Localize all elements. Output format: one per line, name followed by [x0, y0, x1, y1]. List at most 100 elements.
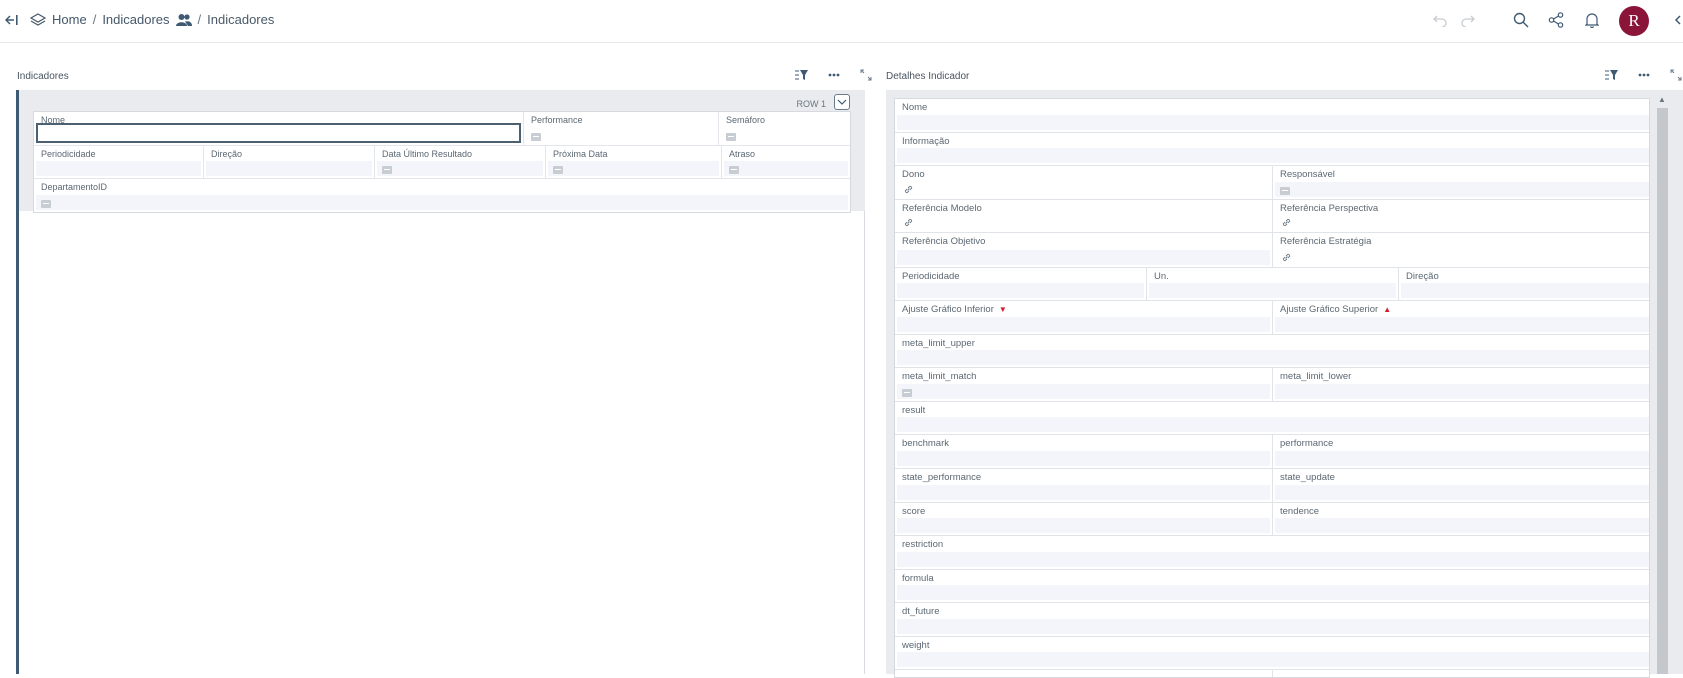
vertical-scrollbar[interactable]: ▲: [1656, 94, 1669, 674]
direcao-value[interactable]: [206, 161, 372, 176]
field-dt-future[interactable]: dt_future: [895, 603, 1649, 636]
field-semaforo[interactable]: Semáforo: [719, 112, 850, 146]
left-panel-title: Indicadores: [17, 71, 69, 82]
field-benchmark[interactable]: benchmark: [895, 435, 1273, 468]
field-performance[interactable]: Performance: [524, 112, 719, 146]
nome-value[interactable]: [897, 115, 1649, 130]
filter-icon[interactable]: [795, 68, 809, 82]
ajuste-inferior-value[interactable]: [897, 317, 1270, 332]
field-formula[interactable]: formula: [895, 570, 1649, 602]
dt-future-value[interactable]: [897, 619, 1649, 634]
field-meta-limit-lower[interactable]: meta_limit_lower: [1273, 368, 1649, 401]
scroll-up-icon[interactable]: ▲: [1658, 95, 1666, 104]
value-placeholder-icon: [41, 200, 51, 208]
benchmark-value[interactable]: [897, 451, 1270, 466]
nome-input[interactable]: [36, 123, 521, 143]
un-value[interactable]: [1149, 283, 1396, 298]
link-icon[interactable]: [903, 184, 914, 195]
field-referencia-perspectiva[interactable]: Referência Perspectiva: [1273, 200, 1649, 232]
field-informacao[interactable]: Informação: [895, 133, 1649, 165]
field-nome[interactable]: Nome: [895, 99, 1649, 132]
breadcrumb-separator: /: [197, 12, 202, 27]
field-ajuste-grafico-superior[interactable]: Ajuste Gráfico Superior ▲: [1273, 301, 1649, 334]
ajuste-superior-value[interactable]: [1275, 317, 1649, 332]
field-meta-limit-match[interactable]: meta_limit_match: [895, 368, 1273, 401]
referencia-objetivo-value[interactable]: [897, 250, 1270, 265]
restriction-value[interactable]: [897, 552, 1649, 567]
scrollbar-thumb[interactable]: [1657, 108, 1668, 674]
expand-icon[interactable]: [1669, 68, 1683, 82]
share-icon[interactable]: [1546, 10, 1566, 30]
chevron-down-icon[interactable]: [834, 94, 850, 110]
bell-icon[interactable]: [1582, 10, 1602, 30]
data-ultimo-value[interactable]: [377, 161, 543, 176]
field-tendence[interactable]: tendence: [1273, 503, 1649, 535]
breadcrumb-indicadores[interactable]: Indicadores: [102, 12, 169, 27]
field-meta-limit-upper[interactable]: meta_limit_upper: [895, 335, 1649, 367]
field-periodicidade[interactable]: Periodicidade: [34, 146, 204, 179]
performance-value[interactable]: [1275, 451, 1649, 466]
field-responsavel[interactable]: Responsável: [1273, 166, 1649, 199]
search-icon[interactable]: [1511, 10, 1531, 30]
field-result[interactable]: result: [895, 402, 1649, 434]
filter-icon[interactable]: [1605, 68, 1619, 82]
meta-limit-lower-value[interactable]: [1275, 384, 1649, 399]
redo-icon[interactable]: [1458, 10, 1478, 30]
field-departamentoid[interactable]: DepartamentoID: [34, 179, 850, 212]
responsavel-value[interactable]: [1275, 182, 1649, 197]
state-performance-value[interactable]: [897, 485, 1270, 500]
field-direcao[interactable]: Direção: [1399, 268, 1649, 300]
tendence-value[interactable]: [1275, 518, 1649, 533]
more-icon[interactable]: [1637, 68, 1651, 82]
field-referencia-modelo[interactable]: Referência Modelo: [895, 200, 1273, 232]
weight-value[interactable]: [897, 652, 1649, 667]
field-state-update[interactable]: state_update: [1273, 469, 1649, 502]
field-ajuste-grafico-inferior[interactable]: Ajuste Gráfico Inferior ▼: [895, 301, 1273, 334]
field-referencia-estrategia[interactable]: Referência Estratégia: [1273, 233, 1649, 267]
field-label: formula: [902, 573, 934, 584]
atraso-value[interactable]: [724, 161, 848, 176]
field-weight[interactable]: weight: [895, 637, 1649, 669]
breadcrumb-home[interactable]: Home: [52, 12, 87, 27]
field-restriction[interactable]: restriction: [895, 536, 1649, 569]
periodicidade-value[interactable]: [36, 161, 201, 176]
expand-icon[interactable]: [859, 68, 873, 82]
proxima-data-value[interactable]: [548, 161, 719, 176]
avatar[interactable]: R: [1619, 6, 1649, 36]
more-icon[interactable]: [827, 68, 841, 82]
field-label: weight: [902, 640, 930, 651]
link-icon[interactable]: [1281, 252, 1292, 263]
direcao-value[interactable]: [1401, 283, 1649, 298]
field-periodicidade[interactable]: Periodicidade: [895, 268, 1147, 300]
departamento-value[interactable]: [36, 195, 848, 210]
periodicidade-value[interactable]: [897, 283, 1144, 298]
row-label: ROW 1: [796, 99, 826, 109]
field-dono[interactable]: Dono: [895, 166, 1273, 199]
field-nome[interactable]: Nome: [34, 112, 524, 146]
value-placeholder-icon: [726, 133, 736, 141]
result-value[interactable]: [897, 417, 1649, 432]
field-proxima-data[interactable]: Próxima Data: [546, 146, 722, 179]
field-label: Periodicidade: [902, 271, 960, 282]
field-state-performance[interactable]: state_performance: [895, 469, 1273, 502]
back-icon[interactable]: [2, 10, 22, 30]
state-update-value[interactable]: [1275, 485, 1649, 500]
field-referencia-objetivo[interactable]: Referência Objetivo: [895, 233, 1273, 267]
field-performance[interactable]: performance: [1273, 435, 1649, 468]
layers-icon: [28, 10, 48, 30]
link-icon[interactable]: [903, 217, 914, 228]
collapse-icon[interactable]: [1669, 10, 1683, 30]
link-icon[interactable]: [1281, 217, 1292, 228]
field-un[interactable]: Un.: [1147, 268, 1399, 300]
informacao-value[interactable]: [897, 148, 1649, 163]
formula-value[interactable]: [897, 585, 1649, 600]
field-label: state_update: [1280, 472, 1335, 483]
field-data-ultimo-resultado[interactable]: Data Último Resultado: [375, 146, 546, 179]
field-atraso[interactable]: Atraso: [722, 146, 850, 179]
undo-icon[interactable]: [1430, 10, 1450, 30]
score-value[interactable]: [897, 518, 1270, 533]
meta-limit-upper-value[interactable]: [897, 350, 1649, 365]
field-direcao[interactable]: Direção: [204, 146, 375, 179]
field-score[interactable]: score: [895, 503, 1273, 535]
meta-limit-match-value[interactable]: [897, 384, 1270, 399]
